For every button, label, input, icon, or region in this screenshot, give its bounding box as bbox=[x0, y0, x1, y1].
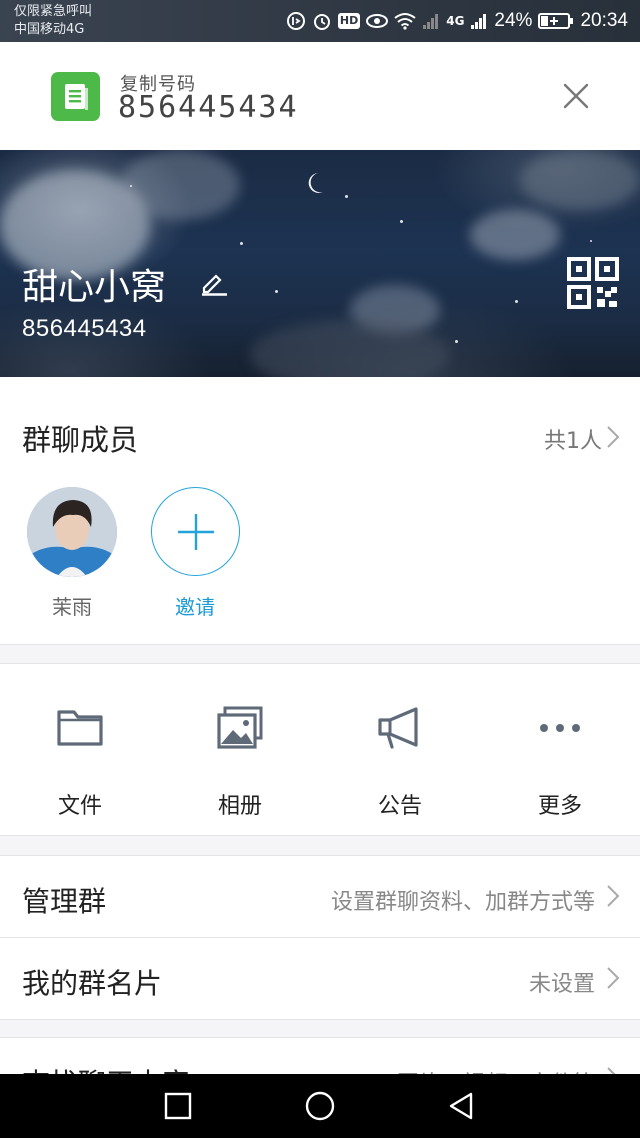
feature-label: 更多 bbox=[537, 794, 582, 819]
copy-number-banner[interactable]: 复制号码 856445434 bbox=[0, 42, 640, 150]
divider bbox=[0, 1019, 640, 1020]
status-bar: 仅限紧急呼叫 中国移动4G HD 4G 24% 20:34 bbox=[0, 0, 640, 42]
hd-label: HD bbox=[337, 13, 361, 29]
moon-icon bbox=[308, 173, 323, 193]
my-group-card-row[interactable]: 我的群名片 未设置 bbox=[0, 938, 640, 1020]
square-icon bbox=[164, 1092, 192, 1120]
star bbox=[590, 240, 592, 242]
edit-name-button[interactable] bbox=[200, 268, 228, 300]
cloud bbox=[120, 150, 240, 220]
battery-percent: 24% bbox=[494, 10, 533, 31]
network-type: 4G bbox=[446, 14, 465, 28]
qr-code-icon bbox=[567, 257, 619, 309]
clock: 20:34 bbox=[580, 10, 628, 31]
back-button[interactable] bbox=[443, 1088, 479, 1124]
avatar[interactable] bbox=[27, 487, 117, 577]
hd-icon: HD bbox=[337, 13, 361, 29]
signal-icon-2 bbox=[470, 12, 488, 30]
avatar-image bbox=[27, 487, 117, 577]
row-title: 我的群名片 bbox=[22, 967, 163, 1000]
group-name: 甜心小窝 bbox=[22, 267, 167, 308]
chevron-right-icon bbox=[607, 426, 620, 448]
feature-more[interactable]: 更多 bbox=[480, 664, 640, 837]
pencil-icon bbox=[202, 274, 227, 296]
copy-number: 856445434 bbox=[118, 90, 299, 125]
close-icon bbox=[563, 83, 589, 109]
star bbox=[515, 300, 518, 303]
feature-label: 文件 bbox=[57, 794, 102, 819]
megaphone-icon bbox=[378, 707, 418, 749]
members-section: 群聊成员 共1人 茉雨 邀请 bbox=[0, 377, 640, 645]
star bbox=[275, 290, 278, 293]
circle-icon bbox=[305, 1091, 335, 1121]
feature-files[interactable]: 文件 bbox=[0, 664, 160, 837]
members-count-link[interactable]: 共1人 bbox=[544, 423, 602, 455]
manage-group-row[interactable]: 管理群 设置群聊资料、加群方式等 bbox=[0, 856, 640, 938]
back-triangle-icon bbox=[449, 1092, 473, 1120]
eye-icon bbox=[366, 13, 389, 29]
carrier-line-1: 仅限紧急呼叫 bbox=[14, 4, 93, 19]
recents-button[interactable] bbox=[160, 1088, 196, 1124]
star bbox=[130, 185, 132, 187]
plus-icon bbox=[177, 513, 214, 550]
invite-button[interactable] bbox=[151, 487, 240, 576]
feature-label: 公告 bbox=[377, 794, 422, 819]
feature-grid: 文件 相册 公告 更多 bbox=[0, 663, 640, 836]
cloud bbox=[520, 150, 640, 210]
feature-label: 相册 bbox=[217, 794, 262, 819]
home-button[interactable] bbox=[302, 1088, 338, 1124]
star bbox=[345, 195, 348, 198]
close-button[interactable] bbox=[560, 80, 592, 112]
signal-icon-1 bbox=[422, 12, 440, 30]
member-name: 茉雨 bbox=[52, 595, 92, 619]
status-icons: HD 4G 24% 20:34 bbox=[286, 0, 628, 42]
row-title: 管理群 bbox=[22, 885, 107, 918]
star bbox=[455, 340, 458, 343]
group-id: 856445434 bbox=[22, 315, 147, 342]
data-saver-icon bbox=[286, 11, 306, 31]
members-title: 群聊成员 bbox=[22, 423, 139, 457]
group-header: 甜心小窝 856445434 bbox=[0, 150, 640, 377]
star bbox=[240, 242, 243, 245]
qr-code-button[interactable] bbox=[567, 257, 619, 313]
invite-label: 邀请 bbox=[175, 595, 215, 619]
row-value: 未设置 bbox=[528, 972, 595, 997]
chevron-right-icon bbox=[607, 885, 620, 907]
cloud bbox=[470, 210, 560, 260]
feature-announcement[interactable]: 公告 bbox=[320, 664, 480, 837]
feature-album[interactable]: 相册 bbox=[160, 664, 320, 837]
star bbox=[400, 220, 403, 223]
more-icon bbox=[540, 724, 580, 732]
battery-icon bbox=[538, 12, 574, 30]
chevron-right-icon bbox=[607, 967, 620, 989]
album-icon bbox=[217, 706, 263, 749]
system-nav-bar bbox=[0, 1074, 640, 1138]
carrier-line-2: 中国移动4G bbox=[14, 22, 85, 37]
folder-icon bbox=[57, 710, 103, 746]
wifi-icon bbox=[394, 12, 416, 30]
row-value: 设置群聊资料、加群方式等 bbox=[330, 890, 595, 915]
carrier-info: 仅限紧急呼叫 中国移动4G bbox=[14, 3, 92, 39]
alarm-icon bbox=[312, 11, 332, 31]
document-icon bbox=[51, 72, 100, 121]
